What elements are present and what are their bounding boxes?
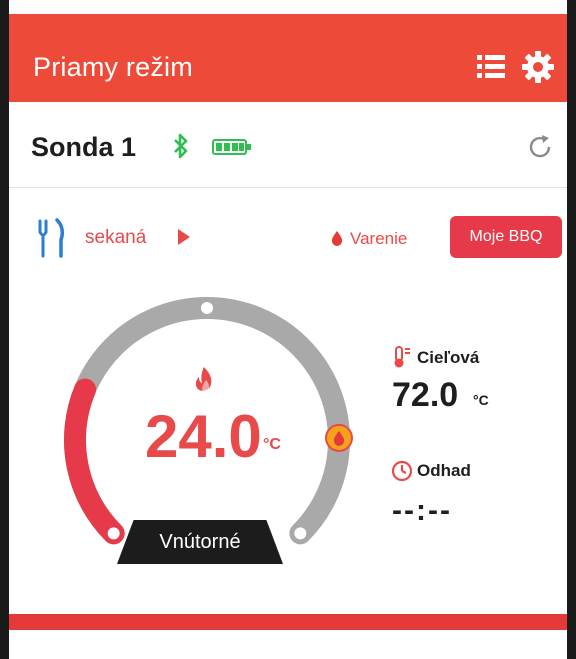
gauge-progress bbox=[64, 378, 125, 545]
gauge-top-dot bbox=[201, 302, 213, 314]
list-button[interactable] bbox=[475, 52, 507, 82]
app-frame: Priamy režim Sonda 1 sekaná Varenie Moje… bbox=[0, 0, 576, 659]
bluetooth-icon bbox=[174, 133, 188, 159]
internal-probe-label[interactable]: Vnútorné bbox=[117, 520, 283, 564]
status-bar bbox=[9, 0, 567, 14]
estimate-label: Odhad bbox=[417, 461, 471, 480]
bottom-accent-bar bbox=[9, 614, 567, 630]
cooking-mode-label[interactable]: Varenie bbox=[350, 229, 407, 249]
target-temperature-label: Cieľová bbox=[417, 348, 480, 367]
cutlery-icon bbox=[38, 218, 65, 258]
content-footer bbox=[9, 586, 567, 614]
clock-icon bbox=[391, 460, 413, 482]
target-temperature-value[interactable]: 72.0 bbox=[392, 376, 458, 415]
food-name-link[interactable]: sekaná bbox=[85, 227, 146, 249]
current-temperature: 24.0 bbox=[145, 403, 262, 470]
probe-row[interactable]: Sonda 1 bbox=[9, 102, 567, 188]
drop-icon bbox=[331, 231, 343, 246]
header-title: Priamy režim bbox=[33, 52, 193, 82]
settings-button[interactable] bbox=[521, 50, 555, 84]
list-icon bbox=[477, 55, 505, 78]
battery-icon bbox=[212, 139, 251, 155]
refresh-icon[interactable] bbox=[526, 133, 554, 161]
gear-icon bbox=[522, 51, 554, 83]
gauge-start-dot bbox=[105, 525, 122, 542]
header-bar: Priamy režim bbox=[9, 14, 567, 102]
estimate-value: --:-- bbox=[392, 494, 452, 527]
play-arrow-icon[interactable] bbox=[177, 228, 191, 246]
flame-icon bbox=[195, 367, 212, 392]
probe-name: Sonda 1 bbox=[31, 132, 137, 162]
target-temperature-unit: °C bbox=[473, 392, 489, 408]
thermometer-icon bbox=[394, 346, 410, 368]
gauge-end-dot bbox=[292, 525, 309, 542]
my-bbq-button[interactable]: Moje BBQ bbox=[450, 216, 562, 258]
current-temperature-unit: °C bbox=[263, 436, 281, 453]
food-row: sekaná Varenie Moje BBQ bbox=[9, 212, 567, 262]
